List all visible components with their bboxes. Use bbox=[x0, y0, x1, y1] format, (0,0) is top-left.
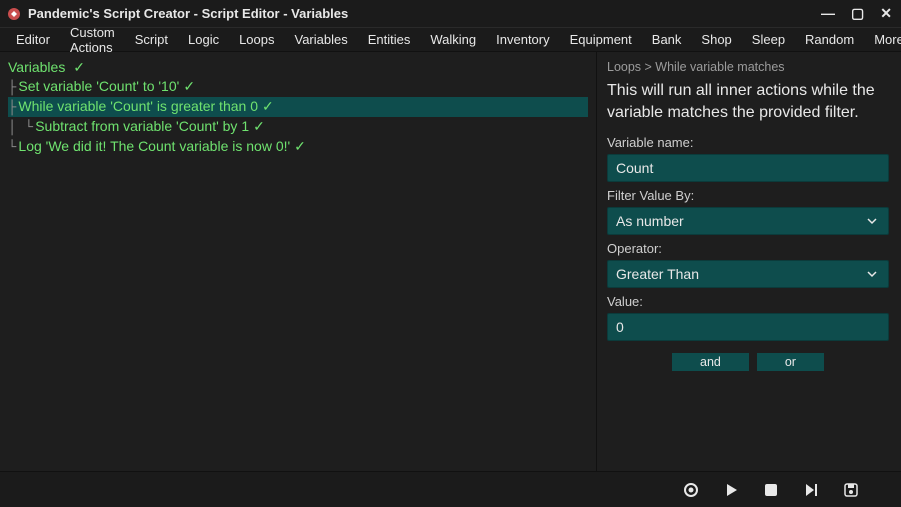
value-input[interactable] bbox=[607, 313, 889, 341]
or-button[interactable]: or bbox=[757, 353, 824, 371]
menu-loops[interactable]: Loops bbox=[229, 30, 284, 49]
menu-equipment[interactable]: Equipment bbox=[560, 30, 642, 49]
menu-walking[interactable]: Walking bbox=[420, 30, 486, 49]
filter-by-select[interactable]: As number bbox=[607, 207, 889, 235]
tree-root-label: Variables bbox=[8, 59, 65, 75]
menu-shop[interactable]: Shop bbox=[691, 30, 741, 49]
window-titlebar: Pandemic's Script Creator - Script Edito… bbox=[0, 0, 901, 28]
menu-variables[interactable]: Variables bbox=[285, 30, 358, 49]
app-icon bbox=[6, 6, 22, 22]
tree-line[interactable]: ├ While variable 'Count' is greater than… bbox=[8, 97, 588, 117]
check-icon: ✓ bbox=[73, 59, 85, 75]
operator-label: Operator: bbox=[607, 241, 889, 256]
tree-line[interactable]: ├ Set variable 'Count' to '10'✓ bbox=[8, 77, 588, 97]
tree-text: Log 'We did it! The Count variable is no… bbox=[18, 138, 290, 154]
menu-bank[interactable]: Bank bbox=[642, 30, 692, 49]
menu-more[interactable]: More bbox=[864, 30, 901, 49]
tree-root[interactable]: Variables ✓ bbox=[8, 58, 588, 77]
value-label: Value: bbox=[607, 294, 889, 309]
tree-prefix: └ bbox=[8, 140, 16, 156]
filter-by-value: As number bbox=[616, 213, 684, 229]
menu-entities[interactable]: Entities bbox=[358, 30, 421, 49]
close-button[interactable]: ✕ bbox=[877, 5, 895, 22]
step-button[interactable] bbox=[801, 480, 821, 500]
check-icon: ✓ bbox=[253, 118, 265, 134]
check-icon: ✓ bbox=[294, 138, 306, 154]
menu-sleep[interactable]: Sleep bbox=[742, 30, 795, 49]
script-tree[interactable]: Variables ✓ ├ Set variable 'Count' to '1… bbox=[0, 52, 596, 471]
variable-name-input[interactable] bbox=[607, 154, 889, 182]
check-icon: ✓ bbox=[183, 78, 195, 94]
tree-text: Set variable 'Count' to '10' bbox=[18, 78, 179, 94]
menu-bar: Editor Custom Actions Script Logic Loops… bbox=[0, 28, 901, 52]
save-button[interactable] bbox=[841, 480, 861, 500]
menu-logic[interactable]: Logic bbox=[178, 30, 229, 49]
tree-prefix: │ └ bbox=[8, 120, 33, 136]
tree-prefix: ├ bbox=[8, 80, 16, 96]
tree-text: Subtract from variable 'Count' by 1 bbox=[35, 118, 249, 134]
minimize-button[interactable]: — bbox=[818, 5, 838, 22]
tree-line[interactable]: │ └ Subtract from variable 'Count' by 1✓ bbox=[8, 117, 588, 137]
and-button[interactable]: and bbox=[672, 353, 749, 371]
properties-panel: Loops > While variable matches This will… bbox=[596, 52, 901, 471]
menu-inventory[interactable]: Inventory bbox=[486, 30, 559, 49]
play-button[interactable] bbox=[721, 480, 741, 500]
stop-button[interactable] bbox=[761, 480, 781, 500]
breadcrumb: Loops > While variable matches bbox=[607, 60, 889, 74]
filter-by-label: Filter Value By: bbox=[607, 188, 889, 203]
chevron-down-icon bbox=[864, 213, 880, 229]
menu-random[interactable]: Random bbox=[795, 30, 864, 49]
maximize-button[interactable]: ▢ bbox=[848, 5, 867, 22]
tree-line[interactable]: └ Log 'We did it! The Count variable is … bbox=[8, 137, 588, 157]
check-icon: ✓ bbox=[262, 98, 274, 114]
tree-text: While variable 'Count' is greater than 0 bbox=[18, 98, 258, 114]
tree-prefix: ├ bbox=[8, 100, 16, 116]
menu-script[interactable]: Script bbox=[125, 30, 178, 49]
record-button[interactable] bbox=[681, 480, 701, 500]
window-title: Pandemic's Script Creator - Script Edito… bbox=[28, 6, 818, 21]
menu-editor[interactable]: Editor bbox=[6, 30, 60, 49]
chevron-down-icon bbox=[864, 266, 880, 282]
variable-name-label: Variable name: bbox=[607, 135, 889, 150]
action-description: This will run all inner actions while th… bbox=[607, 80, 889, 125]
operator-select[interactable]: Greater Than bbox=[607, 260, 889, 288]
player-bar bbox=[0, 471, 901, 507]
operator-value: Greater Than bbox=[616, 266, 699, 282]
